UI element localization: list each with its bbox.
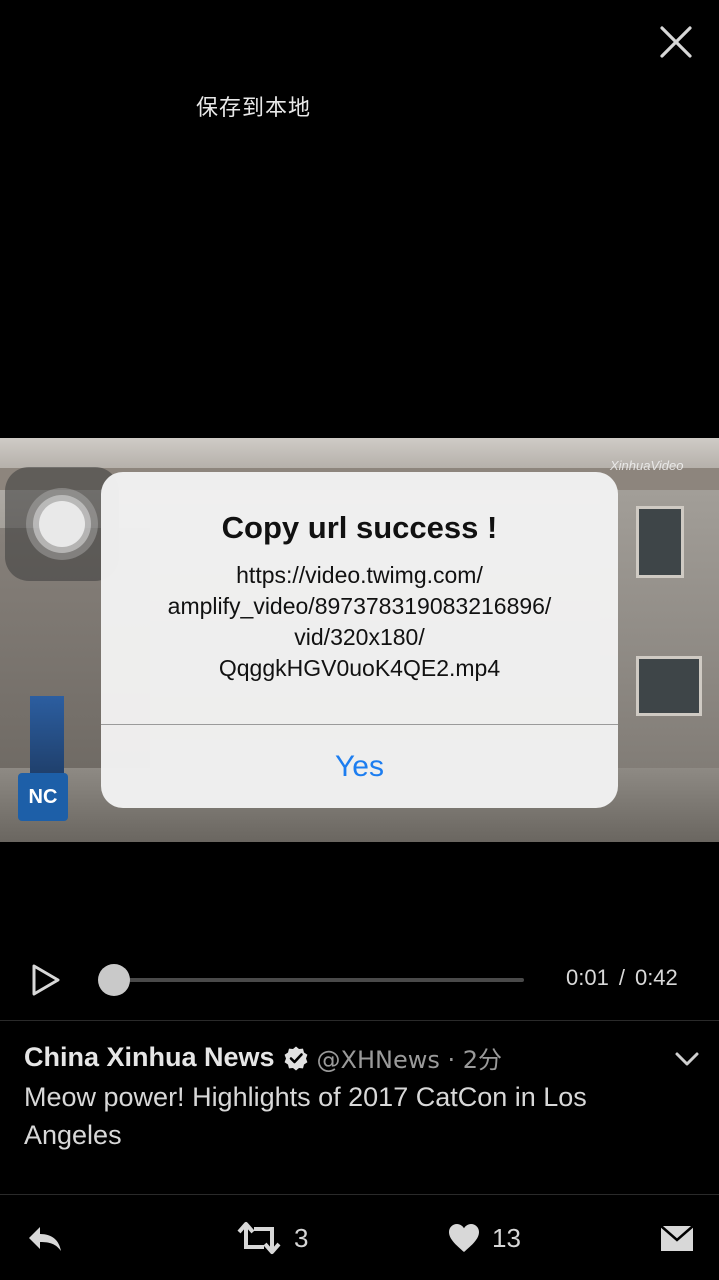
current-time: 0:01 xyxy=(566,965,609,990)
video-window xyxy=(636,656,702,716)
reply-icon xyxy=(29,1227,61,1251)
like-button[interactable]: 13 xyxy=(448,1218,521,1258)
direct-message-icon xyxy=(660,1225,694,1251)
divider xyxy=(0,1020,719,1021)
verified-badge-icon xyxy=(283,1045,309,1071)
duration: 0:42 xyxy=(634,965,678,990)
progress-track[interactable] xyxy=(104,978,524,982)
assistive-touch-ring xyxy=(26,488,98,560)
close-button[interactable] xyxy=(656,22,696,62)
assistive-touch-ring xyxy=(33,495,91,553)
alert-title: Copy url success ! xyxy=(221,510,498,545)
close-icon xyxy=(660,26,692,58)
copy-url-alert: Copy url success ! https://video.twimg.c… xyxy=(101,472,618,808)
author-name[interactable]: China Xinhua News xyxy=(24,1042,275,1073)
alert-message-line: QqggkHGV0uoK4QE2.mp4 xyxy=(218,655,501,681)
direct-message-button[interactable] xyxy=(660,1218,694,1258)
alert-message: https://video.twimg.com/ amplify_video/8… xyxy=(101,560,618,684)
like-count: 13 xyxy=(492,1222,521,1253)
tweet-header: China Xinhua News @XHNews · 2分 xyxy=(24,1040,502,1075)
play-button[interactable] xyxy=(30,962,62,998)
video-logo: NC xyxy=(18,773,68,821)
alert-message-line: amplify_video/897378319083216896/ xyxy=(167,593,552,619)
author-handle-time: @XHNews · 2分 xyxy=(316,1046,503,1074)
heart-icon xyxy=(449,1224,479,1252)
tweet-menu-button[interactable] xyxy=(672,1046,702,1072)
video-window xyxy=(636,506,684,578)
time-readout: 0:01 / 0:42 xyxy=(566,965,678,991)
retweet-button[interactable]: 3 xyxy=(236,1218,308,1258)
alert-message-line: https://video.twimg.com/ xyxy=(236,562,483,588)
save-to-local-button[interactable]: 保存到本地 xyxy=(196,90,311,122)
progress-knob[interactable] xyxy=(98,964,131,996)
chevron-down-icon xyxy=(675,1052,699,1066)
video-watermark: XinhuaVideo xyxy=(610,458,684,473)
yes-button[interactable]: Yes xyxy=(101,725,618,808)
retweet-icon xyxy=(237,1222,281,1254)
divider xyxy=(0,1194,719,1195)
time-separator: / xyxy=(618,965,625,990)
play-icon xyxy=(32,964,60,996)
retweet-count: 3 xyxy=(294,1222,309,1253)
assistive-touch-dot xyxy=(39,501,85,547)
tweet-text: Meow power! Highlights of 2017 CatCon in… xyxy=(24,1082,587,1150)
video-banner xyxy=(30,696,64,776)
reply-button[interactable] xyxy=(26,1218,64,1258)
alert-message-line: vid/320x180/ xyxy=(294,624,425,650)
